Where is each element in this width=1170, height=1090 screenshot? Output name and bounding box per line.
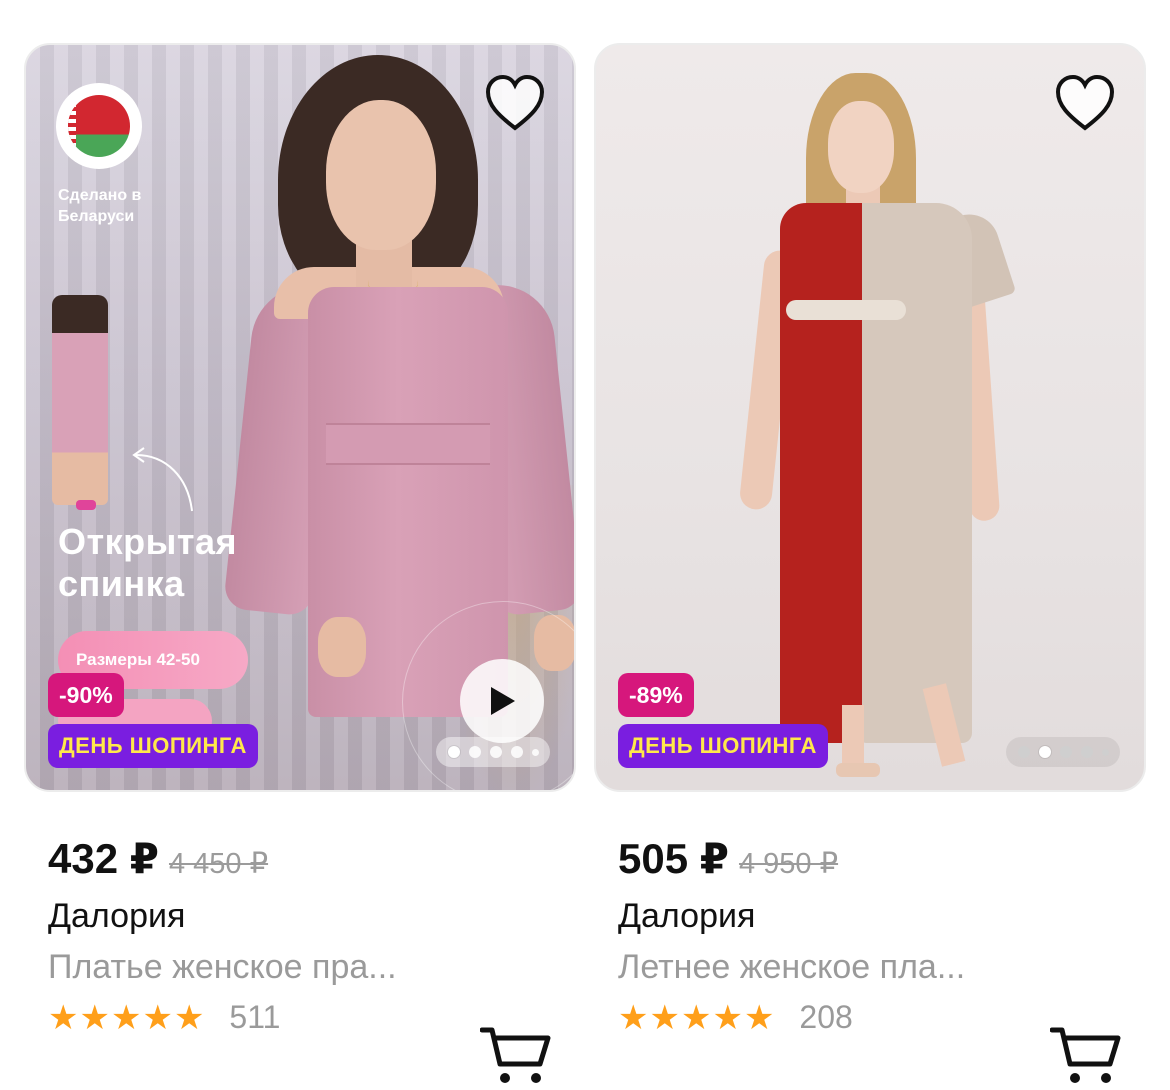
- star-icon: ★: [48, 998, 79, 1037]
- promo-title: Открытая спинка: [58, 521, 238, 604]
- star-icon: ★: [618, 998, 649, 1037]
- carousel-dot[interactable]: [1080, 746, 1093, 758]
- product-card[interactable]: -89% ДЕНЬ ШОПИНГА 505 ₽ 4 950 ₽ Далория …: [594, 43, 1146, 1083]
- carousel-dots[interactable]: [1006, 737, 1120, 767]
- model-shoe: [836, 763, 880, 777]
- brand-name[interactable]: Далория: [48, 897, 576, 936]
- product-grid: Сделано в Беларуси Открытая спинка Разме…: [0, 0, 1170, 1083]
- carousel-dot[interactable]: [1017, 746, 1030, 758]
- carousel-dot[interactable]: [1059, 746, 1072, 758]
- product-info: 432 ₽ 4 450 ₽ Далория Платье женское пра…: [24, 834, 576, 1083]
- carousel-dot[interactable]: [468, 746, 481, 758]
- model-hand: [318, 617, 366, 677]
- dress-belt: [786, 300, 906, 320]
- star-icon: ★: [649, 998, 680, 1037]
- product-info: 505 ₽ 4 950 ₽ Далория Летнее женское пла…: [594, 834, 1146, 1083]
- carousel-dot[interactable]: [489, 746, 502, 758]
- belarus-flag-icon: [68, 95, 130, 157]
- dress-red-panel: [780, 203, 864, 743]
- sale-label: ДЕНЬ ШОПИНГА: [618, 724, 828, 768]
- carousel-dot[interactable]: [510, 746, 523, 758]
- reviews-count: 208: [799, 999, 853, 1035]
- star-icon: ★: [142, 998, 173, 1037]
- carousel-dot[interactable]: [1038, 746, 1051, 758]
- product-card[interactable]: Сделано в Беларуси Открытая спинка Разме…: [24, 43, 576, 1083]
- price-row: 432 ₽ 4 450 ₽: [48, 834, 576, 883]
- star-icon: ★: [79, 998, 110, 1037]
- made-in-text: Сделано в Беларуси: [58, 187, 142, 225]
- made-in-belarus-badge: [56, 83, 142, 169]
- discount-badge: -90%: [48, 673, 124, 717]
- add-to-cart-icon[interactable]: [1050, 1024, 1122, 1090]
- reviews-count: 511: [229, 999, 281, 1035]
- curved-arrow-icon: [132, 447, 193, 512]
- price-row: 505 ₽ 4 950 ₽: [618, 834, 1146, 883]
- old-price: 4 950 ₽: [738, 848, 839, 880]
- play-video-button[interactable]: [460, 659, 544, 743]
- discount-badge: -89%: [618, 673, 694, 717]
- price: 432 ₽: [48, 835, 159, 882]
- add-to-cart-icon[interactable]: [480, 1024, 552, 1090]
- back-view-thumbnail: [52, 295, 108, 505]
- brand-name[interactable]: Далория: [618, 897, 1146, 936]
- play-icon: [491, 687, 515, 715]
- favorite-heart-icon[interactable]: [484, 73, 546, 133]
- carousel-dot[interactable]: [1101, 748, 1109, 756]
- star-icon: ★: [173, 998, 205, 1037]
- carousel-dot[interactable]: [531, 748, 539, 756]
- price: 505 ₽: [618, 835, 729, 882]
- star-icon: ★: [110, 998, 142, 1037]
- sale-label: ДЕНЬ ШОПИНГА: [48, 724, 258, 768]
- carousel-dot[interactable]: [447, 746, 460, 758]
- back-view-shoes: [76, 500, 96, 510]
- dress-waist: [326, 423, 490, 465]
- model-face: [326, 100, 436, 250]
- product-title[interactable]: Платье женское пра...: [48, 948, 478, 987]
- product-photo[interactable]: Сделано в Беларуси Открытая спинка Разме…: [24, 43, 576, 792]
- product-photo[interactable]: -89% ДЕНЬ ШОПИНГА: [594, 43, 1146, 792]
- favorite-heart-icon[interactable]: [1054, 73, 1116, 133]
- carousel-dots[interactable]: [436, 737, 550, 767]
- star-icon: ★: [680, 998, 712, 1037]
- product-title[interactable]: Летнее женское пла...: [618, 948, 1048, 987]
- old-price: 4 450 ₽: [168, 848, 269, 880]
- star-icon: ★: [712, 998, 743, 1037]
- dress-beige-panel: [862, 203, 972, 743]
- model-face: [828, 101, 894, 193]
- star-icon: ★: [743, 998, 775, 1037]
